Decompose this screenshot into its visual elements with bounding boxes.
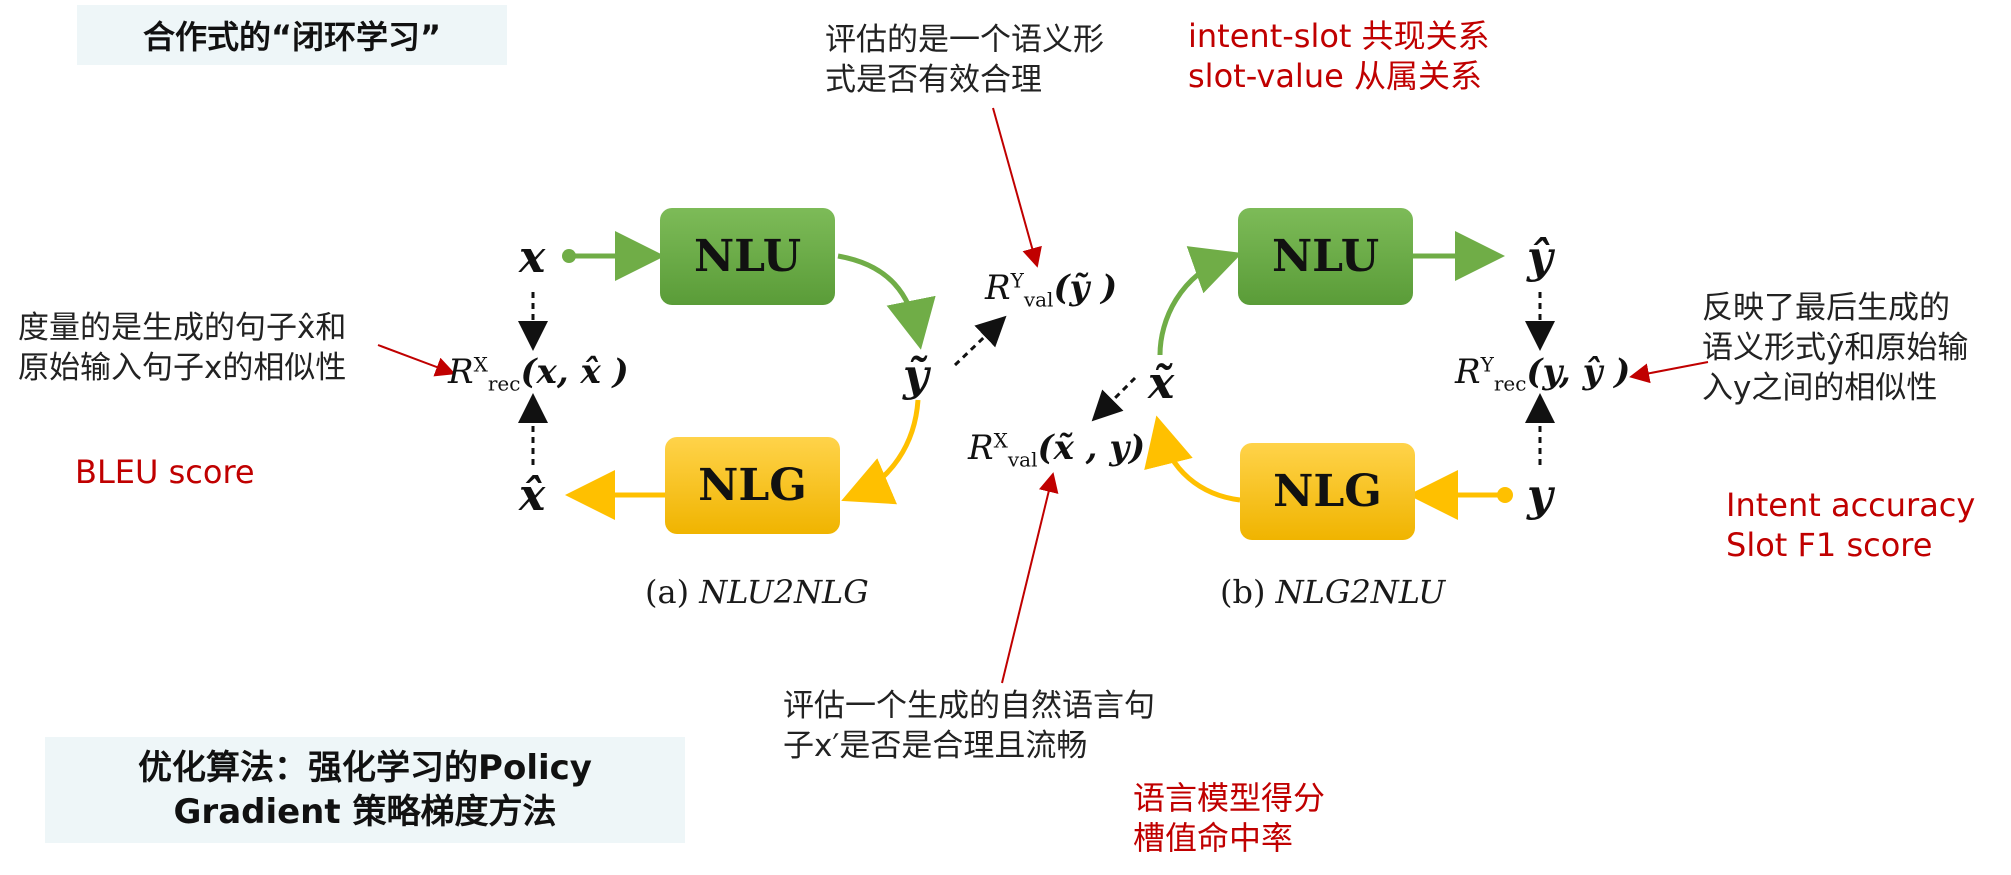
note-rec-y-line2: 语义形式ŷ和原始输 [1702, 330, 1969, 366]
reward-val-x-symbol: R [968, 428, 994, 468]
nlg-box-left: NLG [665, 437, 840, 534]
note-val-y-line2: 式是否有效合理 [825, 62, 1042, 98]
note-rec-x: 度量的是生成的句子x̂和 原始输入句子x的相似性 [18, 308, 346, 388]
red-arrow-val-y [992, 107, 1042, 268]
metric-intent-accuracy-line: Intent accuracy [1726, 486, 1976, 524]
reward-val-y-sup: Y [1010, 268, 1024, 293]
note-rec-y-line1: 反映了最后生成的 [1702, 290, 1950, 326]
note-val-x-line1: 评估一个生成的自然语言句 [783, 688, 1155, 724]
var-y-hat: ŷ [1527, 232, 1553, 283]
note-val-x: 评估一个生成的自然语言句 子x′是否是合理且流畅 [783, 686, 1155, 766]
nlu-box-left: NLU [660, 208, 835, 305]
nlu-box-right-label: NLU [1271, 231, 1380, 282]
var-y-tilde: ỹ [903, 350, 929, 401]
note-rec-x-line1: 度量的是生成的句子x̂和 [18, 310, 347, 346]
red-arrow-val-x [1001, 472, 1059, 684]
reward-rec-y-args: (y, ŷ ) [1526, 352, 1631, 392]
reward-rec-x: RXrec(x, x̂ ) [448, 352, 629, 395]
reward-val-y: RYval(ỹ ) [985, 268, 1117, 311]
dash-xtilde-to-val [1091, 376, 1137, 422]
nlu-box-left-label: NLU [693, 231, 802, 282]
reward-val-x-args: (x̃ , y) [1037, 428, 1146, 468]
metric-language-model-line1: 语言模型得分 [1133, 779, 1326, 817]
caption-a-prefix: (a) [645, 573, 700, 611]
metric-intent-accuracy: Intent accuracy Slot F1 score [1726, 485, 1975, 565]
caption-a: (a) NLU2NLG [645, 573, 869, 611]
reward-rec-x-sub: rec [487, 371, 521, 396]
caption-b-prefix: (b) [1220, 573, 1276, 611]
var-x-tilde: x̃ [1148, 358, 1175, 409]
caption-b-name: NLG2NLU [1275, 573, 1446, 611]
nlu-box-right: NLU [1238, 208, 1413, 305]
reward-rec-x-sup: X [473, 352, 488, 377]
note-rec-x-line2: 原始输入句子x的相似性 [18, 350, 347, 386]
metric-language-model: 语言模型得分 槽值命中率 [1133, 778, 1325, 858]
arrow-xtilde-to-nlu [1157, 246, 1243, 356]
reward-val-y-args: (ỹ ) [1053, 268, 1118, 308]
reward-rec-x-symbol: R [448, 352, 474, 392]
reward-val-x-sup: X [993, 428, 1008, 453]
metric-language-model-line2: 槽值命中率 [1133, 819, 1294, 857]
arrow-nlg-to-xtilde [1144, 415, 1241, 503]
metric-slot-f1-line: Slot F1 score [1726, 526, 1933, 564]
var-x-hat: x̂ [519, 470, 546, 521]
dash-ytilde-to-val [953, 315, 1007, 367]
note-val-y: 评估的是一个语义形 式是否有效合理 [825, 20, 1104, 100]
reward-rec-y: RYrec(y, ŷ ) [1455, 352, 1630, 395]
reward-val-x-sub: val [1007, 447, 1038, 472]
metric-intent-slot: intent-slot 共现关系 slot-value 从属关系 [1188, 16, 1490, 96]
red-arrow-rec-x [377, 344, 456, 377]
nlg-box-right: NLG [1240, 443, 1415, 540]
reward-val-x: RXval(x̃ , y) [968, 428, 1145, 471]
nlg-box-left-label: NLG [698, 460, 807, 511]
metric-bleu: BLEU score [75, 453, 255, 491]
caption-b: (b) NLG2NLU [1220, 573, 1445, 611]
metric-intent-slot-line1: intent-slot 共现关系 [1188, 17, 1490, 55]
var-y: y [1527, 470, 1553, 521]
note-val-y-line1: 评估的是一个语义形 [825, 22, 1104, 58]
note-rec-y-line3: 入y之间的相似性 [1702, 370, 1938, 406]
reward-rec-y-sup: Y [1480, 352, 1494, 377]
nlg-box-right-label: NLG [1273, 466, 1382, 517]
reward-rec-y-sub: rec [1493, 371, 1527, 396]
red-arrow-rec-y [1629, 361, 1709, 384]
reward-rec-x-args: (x, x̂ ) [520, 352, 629, 392]
reward-rec-y-symbol: R [1455, 352, 1481, 392]
reward-val-y-symbol: R [985, 268, 1011, 308]
arrow-nlu-to-ytilde [837, 253, 936, 350]
note-val-x-line2: 子x′是否是合理且流畅 [783, 728, 1088, 764]
note-rec-y: 反映了最后生成的 语义形式ŷ和原始输 入y之间的相似性 [1702, 288, 1968, 408]
var-x: x [519, 232, 546, 283]
caption-a-name: NLU2NLG [699, 573, 869, 611]
metric-intent-slot-line2: slot-value 从属关系 [1188, 57, 1482, 95]
reward-val-y-sub: val [1023, 287, 1054, 312]
arrow-ytilde-to-nlg [841, 399, 921, 505]
